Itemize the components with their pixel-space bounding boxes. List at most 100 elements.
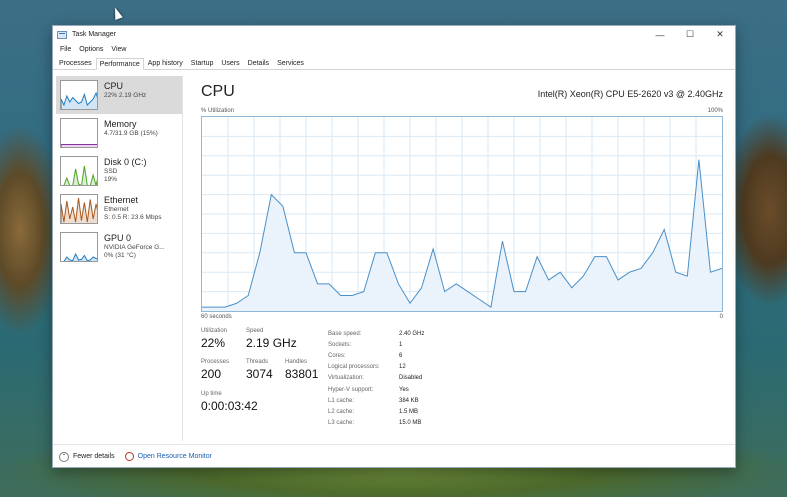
- tab-users[interactable]: Users: [217, 57, 243, 69]
- footer-bar: ⌃ Fewer details Open Resource Monitor: [53, 444, 735, 468]
- spec-row: Sockets: 1: [328, 339, 424, 350]
- sidebar-item-disk[interactable]: Disk 0 (C:) SSD 19%: [56, 152, 182, 190]
- sidebar-item-title: Memory: [104, 119, 137, 129]
- spec-key: Virtualization:: [328, 375, 364, 382]
- spec-value: 1: [399, 341, 403, 348]
- disk-thumbnail-graph: [60, 156, 98, 186]
- spec-key: L1 cache:: [328, 397, 355, 404]
- sidebar-item-memory[interactable]: Memory 4.7/31.9 GB (15%): [56, 114, 182, 152]
- mouse-cursor: [111, 5, 123, 21]
- sidebar-item-detail: S: 0.5 R: 23.6 Mbps: [104, 214, 162, 221]
- tab-services[interactable]: Services: [273, 57, 308, 69]
- spec-key: Cores:: [328, 352, 346, 359]
- stat-threads: Threads 3074: [246, 359, 273, 381]
- cpu-thumbnail-graph: [60, 80, 98, 110]
- spec-value: 6: [399, 352, 403, 359]
- spec-key: Hyper-V support:: [328, 386, 374, 393]
- spec-row: L3 cache: 15.0 MB: [328, 418, 424, 429]
- stat-label: Threads: [246, 359, 269, 365]
- cpu-detail-panel: CPU Intel(R) Xeon(R) CPU E5-2620 v3 @ 2.…: [201, 83, 723, 438]
- spec-value: Yes: [399, 386, 409, 393]
- stat-handles: Handles 83801: [285, 359, 318, 381]
- title-bar[interactable]: Task Manager — ☐ ✕: [53, 26, 735, 43]
- tab-processes[interactable]: Processes: [55, 57, 96, 69]
- sidebar-item-title: Disk 0 (C:): [104, 157, 147, 167]
- performance-content: CPU 22% 2.19 GHz Memory 4.7/31.9 GB (15%…: [53, 71, 735, 441]
- thumbnail-sparkline: [61, 144, 97, 147]
- cpu-utilization-graph: [201, 116, 723, 312]
- tab-app-history[interactable]: App history: [144, 57, 187, 69]
- sidebar-item-detail: 0% (31 °C): [104, 252, 136, 259]
- stat-speed: Speed 2.19 GHz: [246, 328, 297, 350]
- spec-value: 2.40 GHz: [399, 330, 425, 337]
- chevron-up-icon[interactable]: ⌃: [59, 451, 69, 462]
- cpu-utilization-svg: [202, 117, 723, 311]
- task-manager-icon: [57, 30, 67, 39]
- spec-row: Base speed: 2.40 GHz: [328, 328, 424, 339]
- spec-value: 15.0 MB: [399, 420, 422, 427]
- spec-row: Hyper-V support: Yes: [328, 384, 424, 395]
- menu-file[interactable]: File: [56, 46, 75, 53]
- ethernet-thumbnail-graph: [60, 194, 98, 224]
- spec-value: 1.5 MB: [399, 408, 419, 415]
- menu-bar: File Options View: [53, 43, 735, 56]
- menu-options[interactable]: Options: [75, 46, 107, 53]
- page-title: CPU: [201, 83, 235, 100]
- spec-key: Sockets:: [328, 341, 352, 348]
- stat-uptime: Up time 0:00:03:42: [201, 391, 258, 413]
- stat-processes: Processes 200: [201, 359, 229, 381]
- menu-view[interactable]: View: [107, 46, 130, 53]
- sidebar-item-detail: 19%: [104, 176, 118, 183]
- sidebar-item-gpu[interactable]: GPU 0 NVIDIA GeForce G... 0% (31 °C): [56, 228, 182, 266]
- sidebar-item-ethernet[interactable]: Ethernet Ethernet S: 0.5 R: 23.6 Mbps: [56, 190, 182, 228]
- utilization-max-label: 100%: [707, 108, 723, 114]
- gpu-thumbnail-graph: [60, 232, 98, 262]
- open-resource-monitor-link[interactable]: Open Resource Monitor: [138, 453, 212, 460]
- sidebar-item-title: Ethernet: [104, 195, 139, 205]
- spec-key: L2 cache:: [328, 408, 355, 415]
- spec-row: Virtualization: Disabled: [328, 373, 424, 384]
- thumbnail-sparkline: [61, 91, 97, 109]
- maximize-button[interactable]: ☐: [675, 26, 705, 43]
- spec-row: L2 cache: 1.5 MB: [328, 406, 424, 417]
- memory-thumbnail-graph: [60, 118, 98, 148]
- stat-value: 0:00:03:42: [201, 399, 258, 413]
- spec-row: Cores: 6: [328, 350, 424, 361]
- minimize-button[interactable]: —: [645, 26, 675, 43]
- thumbnail-sparkline: [61, 197, 97, 223]
- tab-strip: Processes Performance App history Startu…: [53, 56, 735, 70]
- spec-key: L3 cache:: [328, 420, 355, 427]
- sidebar-item-title: CPU: [104, 81, 124, 91]
- graph-zero-label: 0: [719, 314, 723, 320]
- spec-value: 12: [399, 364, 406, 371]
- spec-key: Logical processors:: [328, 364, 380, 371]
- stat-label: Utilization: [201, 328, 228, 334]
- spec-value: 384 KB: [399, 397, 419, 404]
- sidebar-item-detail: NVIDIA GeForce G...: [104, 244, 165, 251]
- graph-time-label: 60 seconds: [201, 314, 232, 320]
- task-manager-window: Task Manager — ☐ ✕ File Options View Pro…: [52, 25, 736, 468]
- sidebar-item-cpu[interactable]: CPU 22% 2.19 GHz: [56, 76, 182, 114]
- resource-sidebar: CPU 22% 2.19 GHz Memory 4.7/31.9 GB (15%…: [56, 76, 183, 441]
- resource-monitor-icon[interactable]: [124, 452, 134, 461]
- sidebar-item-detail: 22% 2.19 GHz: [104, 92, 147, 99]
- stat-value: 2.19 GHz: [246, 336, 297, 350]
- stat-value: 83801: [285, 367, 319, 381]
- spec-row: L1 cache: 384 KB: [328, 395, 424, 406]
- fewer-details-button[interactable]: Fewer details: [73, 453, 115, 460]
- window-title: Task Manager: [72, 31, 116, 38]
- stat-label: Speed: [246, 328, 264, 334]
- tab-details[interactable]: Details: [244, 57, 273, 69]
- stat-label: Up time: [201, 391, 222, 397]
- tab-performance[interactable]: Performance: [95, 58, 144, 70]
- stat-value: 200: [201, 367, 222, 381]
- spec-row: Logical processors: 12: [328, 362, 424, 373]
- tab-startup[interactable]: Startup: [187, 57, 218, 69]
- thumbnail-sparkline: [61, 252, 97, 261]
- spec-value: Disabled: [399, 375, 423, 382]
- close-button[interactable]: ✕: [705, 26, 735, 43]
- thumbnail-sparkline: [61, 165, 97, 185]
- sidebar-item-title: GPU 0: [104, 233, 132, 243]
- utilization-axis-label: % Utilization: [201, 108, 235, 114]
- cpu-specs-table: Base speed: 2.40 GHz Sockets: 1 Cores: 6 Lo…: [328, 328, 424, 429]
